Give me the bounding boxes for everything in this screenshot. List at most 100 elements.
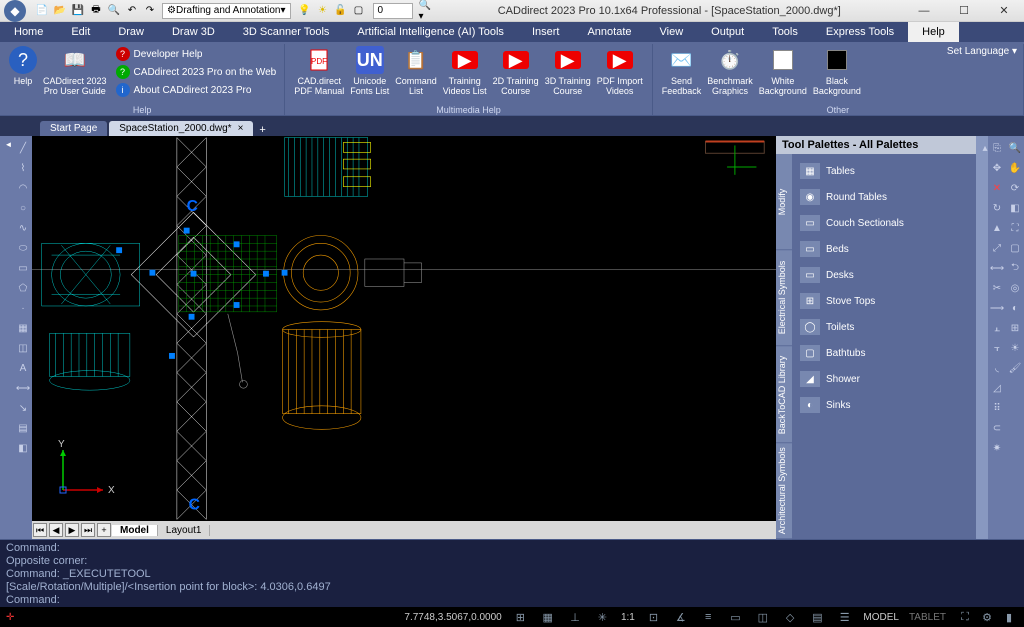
plot-icon[interactable]: 🖶 — [88, 3, 104, 19]
pal-item-beds[interactable]: ▭Beds — [796, 236, 972, 262]
dyn-icon[interactable]: ▭ — [727, 609, 744, 625]
set-language-button[interactable]: Set Language ▾ — [947, 46, 1017, 57]
close-button[interactable]: ✕ — [984, 0, 1024, 22]
white-bg-button[interactable]: White Background — [756, 46, 810, 96]
break-icon[interactable]: ⫠ — [989, 320, 1005, 336]
tablet-toggle[interactable]: TABLET — [909, 612, 946, 623]
explorer-handle[interactable]: ◄ — [0, 136, 14, 539]
pal-tab-modify[interactable]: Modify — [776, 154, 792, 250]
table-tool-icon[interactable]: ▤ — [15, 420, 31, 436]
snap-icon[interactable]: ⊞ — [512, 609, 529, 625]
menu-home[interactable]: Home — [0, 22, 57, 42]
settings-icon[interactable]: ⚙ — [978, 609, 996, 625]
pal-tab-backtocad[interactable]: BackToCAD Library — [776, 347, 792, 443]
trim-icon[interactable]: ✂ — [989, 280, 1005, 296]
block-tool-icon[interactable]: ◧ — [15, 440, 31, 456]
preview-icon[interactable]: 🔍 — [106, 3, 122, 19]
extend-icon[interactable]: ⟶ — [989, 300, 1005, 316]
save-icon[interactable]: 💾 — [70, 3, 86, 19]
wire-icon[interactable]: ⊞ — [1007, 320, 1023, 336]
black-bg-button[interactable]: Black Background — [810, 46, 864, 96]
explode-icon[interactable]: ✷ — [989, 440, 1005, 456]
menu-3dscanner[interactable]: 3D Scanner Tools — [229, 22, 344, 42]
chamfer-icon[interactable]: ◿ — [989, 380, 1005, 396]
scale-display[interactable]: 1:1 — [621, 612, 635, 623]
fillet-icon[interactable]: ◟ — [989, 360, 1005, 376]
erase-icon[interactable]: ✕ — [989, 180, 1005, 196]
open-icon[interactable]: 📂 — [52, 3, 68, 19]
menu-tools[interactable]: Tools — [758, 22, 812, 42]
shade-icon[interactable]: ◐ — [1007, 300, 1023, 316]
vp-icon[interactable]: ◫ — [754, 609, 771, 625]
otrack-icon[interactable]: ∡ — [672, 609, 689, 625]
layout-add-icon[interactable]: + — [97, 523, 111, 537]
mirror-icon[interactable]: ▲ — [989, 220, 1005, 236]
tab-start-page[interactable]: Start Page — [40, 121, 107, 136]
stretch-icon[interactable]: ⟷ — [989, 260, 1005, 276]
3d-course-button[interactable]: ▶3D Training Course — [542, 46, 594, 96]
pal-item-sinks[interactable]: ◐Sinks — [796, 392, 972, 418]
ellipse-tool-icon[interactable]: ⬭ — [15, 240, 31, 256]
pal-item-toilets[interactable]: ◯Toilets — [796, 314, 972, 340]
menu-express[interactable]: Express Tools — [812, 22, 908, 42]
layout-first-icon[interactable]: ⏮ — [33, 523, 47, 537]
pal-item-couch[interactable]: ▭Couch Sectionals — [796, 210, 972, 236]
app-logo[interactable]: ◆ — [4, 0, 26, 22]
grid-icon[interactable]: ▦ — [539, 609, 556, 625]
workspace-dropdown[interactable]: ⚙ Drafting and Annotation ▾ — [162, 3, 291, 19]
2d-course-button[interactable]: ▶2D Training Course — [490, 46, 542, 96]
menu-ai[interactable]: Artificial Intelligence (AI) Tools — [343, 22, 518, 42]
pal-item-shower[interactable]: ◢Shower — [796, 366, 972, 392]
extents-icon[interactable]: ⛶ — [1007, 220, 1023, 236]
new-icon[interactable]: 📄 — [34, 3, 50, 19]
pdf-manual-button[interactable]: PDFCAD.direct PDF Manual — [291, 46, 347, 96]
pal-item-bathtubs[interactable]: ▢Bathtubs — [796, 340, 972, 366]
menu-output[interactable]: Output — [697, 22, 758, 42]
region-tool-icon[interactable]: ◫ — [15, 340, 31, 356]
move-icon[interactable]: ✥ — [989, 160, 1005, 176]
arc-tool-icon[interactable]: ◠ — [15, 180, 31, 196]
developer-help-button[interactable]: ?Developer Help — [114, 46, 279, 62]
drawing-canvas[interactable]: C C X Y — [32, 136, 776, 521]
layout-tab-model[interactable]: Model — [112, 525, 158, 536]
join-icon[interactable]: ⫟ — [989, 340, 1005, 356]
orbit-icon[interactable]: ⟳ — [1007, 180, 1023, 196]
about-button[interactable]: iAbout CADdirect 2023 Pro — [114, 82, 279, 98]
menu-edit[interactable]: Edit — [57, 22, 104, 42]
pal-tab-electrical[interactable]: Electrical Symbols — [776, 250, 792, 346]
benchmark-button[interactable]: ⏱️Benchmark Graphics — [704, 46, 756, 96]
rectangle-tool-icon[interactable]: ▭ — [15, 260, 31, 276]
iso-icon[interactable]: ◇ — [781, 609, 798, 625]
layout-next-icon[interactable]: ▶ — [65, 523, 79, 537]
minimize-button[interactable]: — — [904, 0, 944, 22]
search-icon[interactable]: 🔍▾ — [419, 3, 435, 19]
print-layer-icon[interactable]: ▢ — [351, 3, 367, 19]
dim-tool-icon[interactable]: ⟷ — [15, 380, 31, 396]
layout-prev-icon[interactable]: ◀ — [49, 523, 63, 537]
leader-tool-icon[interactable]: ↘ — [15, 400, 31, 416]
send-feedback-button[interactable]: ✉️Send Feedback — [659, 46, 705, 96]
maximize-button[interactable]: ☐ — [944, 0, 984, 22]
previous-icon[interactable]: ⮌ — [1007, 260, 1023, 276]
command-list-button[interactable]: 📋Command List — [392, 46, 440, 96]
pal-item-stove[interactable]: ⊞Stove Tops — [796, 288, 972, 314]
polyline-tool-icon[interactable]: ⌇ — [15, 160, 31, 176]
pdf-import-button[interactable]: ▶PDF Import Videos — [594, 46, 646, 96]
polygon-tool-icon[interactable]: ⬠ — [15, 280, 31, 296]
linetype-icon[interactable]: ☰ — [836, 609, 853, 625]
pal-tab-arch[interactable]: Architectural Symbols — [776, 443, 792, 539]
layers-status-icon[interactable]: ▮ — [1000, 609, 1018, 625]
redo-icon[interactable]: ↷ — [142, 3, 158, 19]
menu-draw[interactable]: Draw — [104, 22, 158, 42]
window-icon[interactable]: ▢ — [1007, 240, 1023, 256]
render-icon[interactable]: ◎ — [1007, 280, 1023, 296]
offset-icon[interactable]: ⊂ — [989, 420, 1005, 436]
help-button[interactable]: ?Help — [6, 46, 40, 98]
undo-icon[interactable]: ↶ — [124, 3, 140, 19]
videos-list-button[interactable]: ▶Training Videos List — [440, 46, 490, 96]
osnap-icon[interactable]: ⊡ — [645, 609, 662, 625]
hatch-status-icon[interactable]: ▤ — [809, 609, 826, 625]
menu-help[interactable]: Help — [908, 22, 959, 42]
ortho-icon[interactable]: ⊥ — [566, 609, 583, 625]
layout-tab-layout1[interactable]: Layout1 — [158, 525, 211, 536]
